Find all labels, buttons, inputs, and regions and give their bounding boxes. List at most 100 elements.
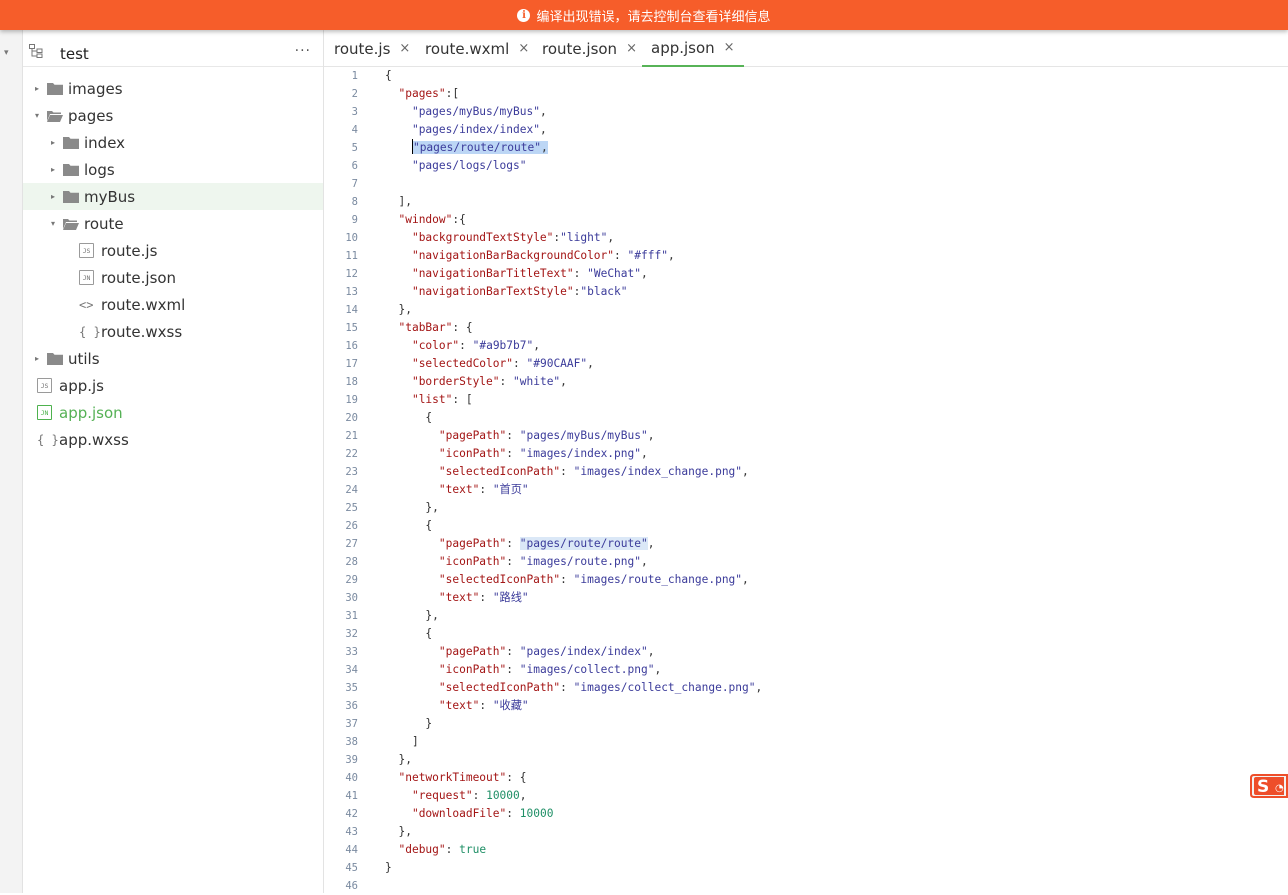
code-line: 22 "iconPath": "images/index.png", (324, 445, 1288, 463)
svg-text:S: S (1257, 777, 1269, 797)
line-number: 1 (351, 70, 358, 82)
more-options-button[interactable]: ··· (295, 43, 311, 59)
line-number: 25 (345, 502, 358, 514)
code-text: "iconPath": "images/index.png", (438, 447, 648, 460)
tab-route-wxml[interactable]: route.wxml × (425, 30, 529, 67)
line-number: 4 (351, 124, 358, 136)
code-line: 15 "tabBar": { (324, 319, 1288, 337)
code-line: 41 "request": 10000, (324, 787, 1288, 805)
code-text: "debug": true (398, 843, 487, 856)
code-line: 44 "debug": true (324, 841, 1288, 859)
tree-item-route-js[interactable]: JS route.js (23, 237, 323, 264)
code-line: 5 "pages/route/route", (324, 139, 1288, 157)
code-text: "pagePath": "pages/index/index", (438, 645, 655, 658)
code-line: 34 "iconPath": "images/collect.png", (324, 661, 1288, 679)
close-icon[interactable]: × (518, 41, 529, 56)
caret-right-icon[interactable]: ▸ (35, 354, 43, 363)
tab-route-js[interactable]: route.js × (334, 30, 410, 67)
code-text: "pages/route/route", (411, 139, 548, 154)
style-file-icon: { } (79, 324, 101, 339)
code-text: "navigationBarTextStyle":"black" (411, 285, 628, 298)
code-text: "request": 10000, (411, 789, 527, 802)
line-number: 17 (345, 358, 358, 370)
tab-route-json[interactable]: route.json × (542, 30, 637, 67)
sogou-ime-icon[interactable]: S ◔ (1250, 772, 1288, 800)
line-number: 2 (351, 88, 358, 100)
json-file-icon: JN (79, 270, 94, 285)
code-area[interactable]: 1{2 "pages":[3 "pages/myBus/myBus", 4 "pa… (324, 67, 1288, 893)
line-number: 43 (345, 826, 358, 838)
close-icon[interactable]: × (399, 41, 410, 56)
code-text: "iconPath": "images/collect.png", (438, 663, 662, 676)
code-line: 25 }, (324, 499, 1288, 517)
tab-label: app.json (651, 38, 715, 57)
tree-item-label: route (84, 214, 124, 233)
code-line: 23 "selectedIconPath": "images/index_cha… (324, 463, 1288, 481)
code-line: 4 "pages/index/index", (324, 121, 1288, 139)
line-number: 8 (351, 196, 358, 208)
code-text: }, (385, 501, 439, 514)
code-line: 2 "pages":[ (324, 85, 1288, 103)
line-number: 42 (345, 808, 358, 820)
tree-item-label: logs (84, 160, 115, 179)
tree-item-pages[interactable]: ▾ pages (23, 102, 323, 129)
chevron-down-icon[interactable]: ▾ (4, 48, 9, 58)
line-number: 34 (345, 664, 358, 676)
file-tree-icon[interactable] (29, 44, 43, 58)
code-text: "borderStyle": "white", (411, 375, 567, 388)
line-number: 31 (345, 610, 358, 622)
code-line: 42 "downloadFile": 10000 (324, 805, 1288, 823)
code-text: "text": "首页" (438, 483, 529, 496)
tree-item-logs[interactable]: ▸ logs (23, 156, 323, 183)
code-line: 8 ], (324, 193, 1288, 211)
line-number: 19 (345, 394, 358, 406)
code-text: "navigationBarBackgroundColor": "#fff", (411, 249, 675, 262)
tree-item-utils[interactable]: ▸ utils (23, 345, 323, 372)
info-circle-icon: i (517, 8, 531, 22)
tree-item-app-js[interactable]: JS app.js (23, 372, 323, 399)
close-icon[interactable]: × (626, 41, 637, 56)
caret-down-icon[interactable]: ▾ (35, 111, 43, 120)
error-message: 编译出现错误，请去控制台查看详细信息 (536, 9, 771, 25)
line-number: 20 (345, 412, 358, 424)
line-number: 45 (345, 862, 358, 874)
caret-right-icon[interactable]: ▸ (51, 192, 59, 201)
code-line: 30 "text": "路线" (324, 589, 1288, 607)
project-name: test (60, 45, 89, 63)
tree-item-label: app.json (59, 403, 123, 422)
code-text: "window":{ (398, 213, 466, 226)
js-file-icon: JS (79, 243, 94, 258)
tree-item-route-wxss[interactable]: { } route.wxss (23, 318, 323, 345)
caret-right-icon[interactable]: ▸ (51, 165, 59, 174)
tree-item-route[interactable]: ▾ route (23, 210, 323, 237)
code-line: 20 { (324, 409, 1288, 427)
line-number: 29 (345, 574, 358, 586)
code-line: 35 "selectedIconPath": "images/collect_c… (324, 679, 1288, 697)
line-number: 27 (345, 538, 358, 550)
tree-item-label: index (84, 133, 126, 152)
line-number: 6 (351, 160, 358, 172)
tree-item-app-json[interactable]: JN app.json (23, 399, 323, 426)
line-number: 40 (345, 772, 358, 784)
caret-right-icon[interactable]: ▸ (51, 138, 59, 147)
line-number: 46 (345, 880, 358, 892)
tree-item-route-wxml[interactable]: <> route.wxml (23, 291, 323, 318)
code-text: }, (385, 753, 412, 766)
close-icon[interactable]: × (724, 40, 735, 55)
caret-down-icon[interactable]: ▾ (51, 219, 59, 228)
tree-item-images[interactable]: ▸ images (23, 75, 323, 102)
tree-item-myBus[interactable]: ▸ myBus (23, 183, 323, 210)
tab-app-json[interactable]: app.json × (642, 30, 744, 67)
code-text: "text": "收藏" (438, 699, 529, 712)
tree-item-label: route.json (101, 268, 177, 287)
code-text: "tabBar": { (398, 321, 473, 334)
code-text: "selectedIconPath": "images/collect_chan… (438, 681, 763, 694)
code-text: { (385, 627, 433, 640)
tree-item-index[interactable]: ▸ index (23, 129, 323, 156)
code-text: { (385, 69, 392, 82)
folder-icon (47, 82, 63, 95)
caret-right-icon[interactable]: ▸ (35, 84, 43, 93)
tree-item-route-json[interactable]: JN route.json (23, 264, 323, 291)
tree-item-app-wxss[interactable]: { } app.wxss (23, 426, 323, 453)
tree-item-label: route.js (101, 241, 158, 260)
